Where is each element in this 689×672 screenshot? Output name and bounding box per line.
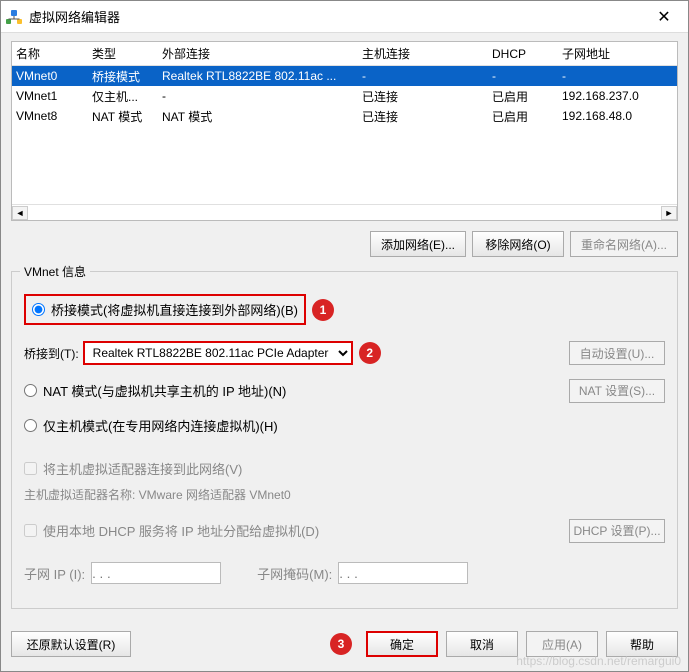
dhcp-row: 使用本地 DHCP 服务将 IP 地址分配给虚拟机(D) DHCP 设置(P).… bbox=[24, 513, 665, 548]
subnet-ip-input bbox=[91, 562, 221, 584]
nat-settings-button: NAT 设置(S)... bbox=[569, 379, 665, 403]
adapter-name-text: 主机虚拟适配器名称: VMware 网络适配器 VMnet0 bbox=[24, 486, 665, 503]
nat-radio-label[interactable]: NAT 模式(与虚拟机共享主机的 IP 地址)(N) bbox=[24, 381, 286, 400]
vmnet-info-group: VMnet 信息 桥接模式(将虚拟机直接连接到外部网络)(B) 1 桥接到(T)… bbox=[11, 271, 678, 609]
network-actions: 添加网络(E)... 移除网络(O) 重命名网络(A)... bbox=[11, 231, 678, 257]
subnet-ip-label: 子网 IP (I): bbox=[24, 564, 85, 583]
restore-defaults-button[interactable]: 还原默认设置(R) bbox=[11, 631, 131, 657]
col-subnet[interactable]: 子网地址 bbox=[562, 45, 677, 62]
col-ext[interactable]: 外部连接 bbox=[162, 45, 362, 62]
marker-3: 3 bbox=[330, 633, 352, 655]
nat-radio[interactable] bbox=[24, 384, 37, 397]
nat-row: NAT 模式(与虚拟机共享主机的 IP 地址)(N) NAT 设置(S)... bbox=[24, 373, 665, 408]
dialog-body: 名称 类型 外部连接 主机连接 DHCP 子网地址 VMnet0 桥接模式 Re… bbox=[1, 33, 688, 617]
bridge-row: 桥接模式(将虚拟机直接连接到外部网络)(B) 1 bbox=[24, 286, 665, 333]
grid-scrollbar: ◄ ► bbox=[12, 204, 677, 220]
col-dhcp[interactable]: DHCP bbox=[492, 47, 562, 61]
subnet-fields: 子网 IP (I): 子网掩码(M): bbox=[24, 562, 665, 584]
hostonly-radio[interactable] bbox=[24, 419, 37, 432]
grid-body: VMnet0 桥接模式 Realtek RTL8822BE 802.11ac .… bbox=[12, 66, 677, 204]
group-title: VMnet 信息 bbox=[20, 263, 90, 280]
auto-settings-button: 自动设置(U)... bbox=[569, 341, 665, 365]
marker-1: 1 bbox=[312, 299, 334, 321]
bridge-to-label: 桥接到(T): bbox=[24, 345, 79, 362]
marker-2: 2 bbox=[359, 342, 381, 364]
remove-network-button[interactable]: 移除网络(O) bbox=[472, 231, 564, 257]
dhcp-settings-button: DHCP 设置(P)... bbox=[569, 519, 665, 543]
dialog-footer: 还原默认设置(R) 3 确定 取消 应用(A) 帮助 bbox=[1, 617, 688, 671]
scroll-right-button[interactable]: ► bbox=[661, 206, 677, 220]
grid-header: 名称 类型 外部连接 主机连接 DHCP 子网地址 bbox=[12, 42, 677, 66]
grid-row[interactable]: VMnet8 NAT 模式 NAT 模式 已连接 已启用 192.168.48.… bbox=[12, 106, 677, 126]
col-name[interactable]: 名称 bbox=[12, 45, 92, 62]
window-title: 虚拟网络编辑器 bbox=[29, 7, 644, 26]
help-button[interactable]: 帮助 bbox=[606, 631, 678, 657]
apply-button: 应用(A) bbox=[526, 631, 598, 657]
bridge-radio-label[interactable]: 桥接模式(将虚拟机直接连接到外部网络)(B) bbox=[24, 294, 306, 325]
network-grid: 名称 类型 外部连接 主机连接 DHCP 子网地址 VMnet0 桥接模式 Re… bbox=[11, 41, 678, 221]
scroll-left-button[interactable]: ◄ bbox=[12, 206, 28, 220]
rename-network-button: 重命名网络(A)... bbox=[570, 231, 678, 257]
hostonly-radio-label[interactable]: 仅主机模式(在专用网络内连接虚拟机)(H) bbox=[24, 416, 665, 435]
bridge-adapter-select[interactable]: Realtek RTL8822BE 802.11ac PCIe Adapter bbox=[83, 341, 353, 365]
add-network-button[interactable]: 添加网络(E)... bbox=[370, 231, 466, 257]
col-host[interactable]: 主机连接 bbox=[362, 45, 492, 62]
subnet-mask-label: 子网掩码(M): bbox=[257, 564, 332, 583]
connect-host-checkbox bbox=[24, 462, 37, 475]
ok-button[interactable]: 确定 bbox=[366, 631, 438, 657]
close-button[interactable]: ✕ bbox=[644, 7, 684, 27]
grid-row[interactable]: VMnet0 桥接模式 Realtek RTL8822BE 802.11ac .… bbox=[12, 66, 677, 86]
dialog-window: 虚拟网络编辑器 ✕ 名称 类型 外部连接 主机连接 DHCP 子网地址 VMne… bbox=[0, 0, 689, 672]
col-type[interactable]: 类型 bbox=[92, 45, 162, 62]
connect-host-checkbox-label: 将主机虚拟适配器连接到此网络(V) bbox=[24, 459, 665, 478]
cancel-button[interactable]: 取消 bbox=[446, 631, 518, 657]
subnet-mask-input bbox=[338, 562, 468, 584]
bridge-radio[interactable] bbox=[32, 303, 45, 316]
titlebar: 虚拟网络编辑器 ✕ bbox=[1, 1, 688, 33]
use-dhcp-checkbox bbox=[24, 524, 37, 537]
bridge-to-row: 桥接到(T): Realtek RTL8822BE 802.11ac PCIe … bbox=[24, 341, 665, 365]
app-icon bbox=[5, 8, 23, 26]
grid-row[interactable]: VMnet1 仅主机... - 已连接 已启用 192.168.237.0 bbox=[12, 86, 677, 106]
use-dhcp-checkbox-label: 使用本地 DHCP 服务将 IP 地址分配给虚拟机(D) bbox=[24, 521, 319, 540]
